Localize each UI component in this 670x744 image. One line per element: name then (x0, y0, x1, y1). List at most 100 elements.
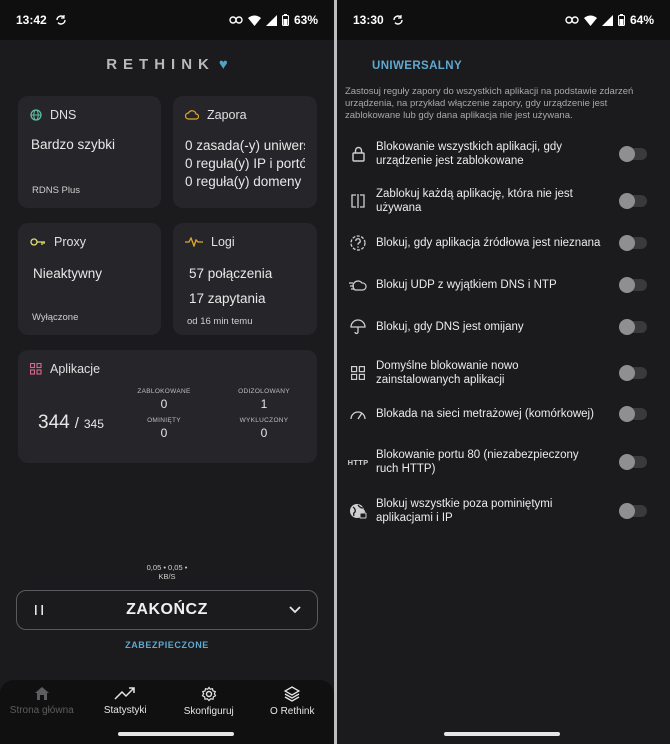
rule-toggle[interactable] (619, 235, 647, 251)
proxy-status: Wyłączone (32, 312, 79, 323)
apps-title: Aplikacje (50, 362, 101, 376)
battery-level: 63% (293, 13, 318, 27)
firewall-universal-rules: 0 zasada(-y) uniwersalne (185, 138, 305, 153)
split-screen-icon (351, 194, 365, 208)
rule-toggle[interactable] (619, 503, 647, 519)
proxy-card[interactable]: Proxy Nieaktywny Wyłączone (18, 223, 161, 335)
trend-icon (114, 687, 135, 700)
apps-card[interactable]: Aplikacje 344 / 345 ZABLOKOWANE 0 ODIZOLO… (18, 350, 317, 463)
key-icon (30, 238, 45, 246)
gear-icon (201, 686, 217, 702)
rule-row-bypassed-only[interactable]: Blokuj wszystkie poza pominiętymi aplika… (337, 497, 670, 525)
firewall-card[interactable]: Zapora 0 zasada(-y) uniwersalne 0 reguła… (173, 96, 317, 208)
rule-label: Blokuj UDP z wyjątkiem DNS i NTP (376, 279, 557, 291)
logs-connections: 57 połączenia (189, 266, 273, 281)
section-title: UNIWERSALNY (372, 60, 463, 72)
rule-toggle[interactable] (619, 146, 647, 162)
apps-active-count: 344 (38, 412, 70, 433)
logs-title: Logi (211, 235, 235, 249)
firewall-ip-rules: 0 reguła(y) IP i portów (185, 156, 305, 171)
apps-stat-blocked: ZABLOKOWANE 0 (114, 388, 214, 411)
protection-status: ZABEZPIECZONE (125, 640, 209, 650)
section-description: Zastosuj reguły zapory do wszystkich apl… (345, 86, 634, 121)
firewall-domain-rules: 0 reguła(y) domeny (185, 174, 302, 189)
battery-icon (281, 14, 289, 26)
rule-row-udp[interactable]: Blokuj UDP z wyjątkiem DNS i NTP (337, 277, 670, 293)
rule-toggle[interactable] (619, 454, 647, 470)
nav-about[interactable]: O Rethink (251, 680, 333, 744)
stop-button[interactable]: ZAKOŃCZ (16, 590, 318, 630)
globe-lock-icon (350, 504, 367, 519)
stat-value: 0 (160, 397, 168, 411)
rule-toggle[interactable] (619, 406, 647, 422)
stat-value: 1 (260, 397, 268, 411)
home-indicator (444, 732, 560, 736)
signal-icon (601, 14, 613, 26)
speed-lines-icon (349, 280, 367, 291)
logs-queries: 17 zapytania (189, 291, 266, 306)
vpn-key-icon (565, 16, 579, 24)
question-icon (350, 235, 366, 251)
home-screen: 13:42 63% RETHINK ♥ DNS Bardzo szybki RDN… (0, 0, 334, 744)
sync-icon (393, 15, 403, 25)
home-icon (34, 687, 49, 700)
apps-grid-icon (351, 366, 365, 380)
rule-toggle[interactable] (619, 277, 647, 293)
stop-label: ZAKOŃCZ (126, 601, 208, 618)
logs-card[interactable]: Logi 57 połączenia 17 zapytania od 16 mi… (173, 223, 317, 335)
apps-grid-icon (30, 363, 42, 375)
rule-row-unused-app[interactable]: Zablokuj każdą aplikację, która nie jest… (337, 187, 670, 215)
rule-toggle[interactable] (619, 319, 647, 335)
nav-stats-label: Statystyki (103, 705, 147, 716)
nav-about-label: O Rethink (270, 706, 315, 717)
apps-count: 344 / 345 (38, 412, 104, 434)
umbrella-icon (350, 319, 366, 335)
dns-provider: RDNS Plus (32, 185, 81, 196)
nav-configure-label: Skonfiguruj (183, 706, 234, 717)
rule-label: Blokowanie wszystkich aplikacji, gdy urz… (376, 141, 562, 167)
brand-name: RETHINK (106, 56, 215, 73)
traffic-speed: 0,05 • 0,05 • KB/S (0, 563, 334, 581)
apps-stat-isolated: ODIZOLOWANY 1 (214, 388, 314, 411)
rule-label: Domyślne blokowanie nowo zainstalowanych… (376, 360, 519, 386)
nav-home[interactable]: Strona główna (1, 680, 83, 744)
apps-count-separator: / (74, 415, 79, 432)
rule-row-unknown-source[interactable]: Blokuj, gdy aplikacja źródłowa jest niez… (337, 235, 670, 251)
toggle-knob (619, 503, 635, 519)
rule-toggle[interactable] (619, 365, 647, 381)
battery-icon (617, 14, 625, 26)
rule-row-port80[interactable]: HTTP Blokowanie portu 80 (niezabezpieczo… (337, 448, 670, 476)
status-time: 13:30 (353, 13, 384, 27)
rule-row-dns-bypass[interactable]: Blokuj, gdy DNS jest omijany (337, 319, 670, 335)
home-indicator (118, 732, 234, 736)
stat-label: ZABLOKOWANE (137, 388, 191, 395)
universal-firewall-screen: 13:30 64% UNIWERSALNY Zastosuj reguły za… (337, 0, 670, 744)
speed-unit: KB/S (158, 572, 176, 581)
status-bar: 13:42 63% (0, 0, 334, 40)
dns-value: Bardzo szybki (31, 137, 116, 152)
toggle-knob (619, 406, 635, 422)
apps-stat-excluded: WYKLUCZONY 0 (214, 417, 314, 440)
layers-icon (284, 686, 301, 702)
vpn-key-icon (229, 16, 243, 24)
sync-icon (56, 15, 66, 25)
status-bar: 13:30 64% (337, 0, 670, 40)
rule-row-metered[interactable]: Blokada na sieci metrażowej (komórkowej) (337, 406, 670, 422)
lock-icon (351, 146, 365, 162)
rule-toggle[interactable] (619, 193, 647, 209)
pause-icon (35, 605, 43, 615)
stat-value: 0 (260, 426, 268, 440)
rule-row-device-locked[interactable]: Blokowanie wszystkich aplikacji, gdy urz… (337, 140, 670, 168)
rule-row-new-apps[interactable]: Domyślne blokowanie nowo zainstalowanych… (337, 359, 670, 387)
apps-stats: ZABLOKOWANE 0 ODIZOLOWANY 1 OMINIĘTY 0 WYKL… (114, 388, 314, 440)
battery-level: 64% (629, 13, 654, 27)
chevron-down-icon[interactable] (289, 606, 301, 614)
dns-card[interactable]: DNS Bardzo szybki RDNS Plus (18, 96, 161, 208)
stat-label: ODIZOLOWANY (238, 388, 290, 395)
app-brand: RETHINK ♥ (0, 56, 334, 73)
rule-label: Blokada na sieci metrażowej (komórkowej) (376, 408, 594, 420)
stat-label: WYKLUCZONY (239, 417, 289, 424)
nav-home-label: Strona główna (9, 705, 74, 716)
firewall-title: Zapora (207, 108, 247, 122)
stat-label: OMINIĘTY (147, 417, 181, 424)
